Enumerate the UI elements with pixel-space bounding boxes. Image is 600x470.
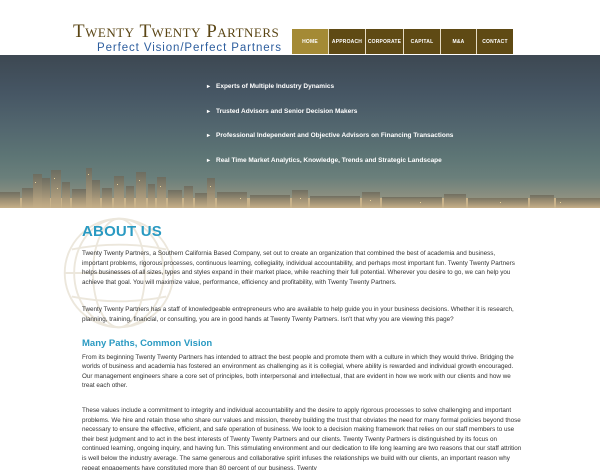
nav-corporate[interactable]: CORPORATE bbox=[366, 29, 404, 54]
about-paragraph: These values include a commitment to int… bbox=[82, 406, 522, 470]
site-header: Twenty Twenty Partners Perfect Vision/Pe… bbox=[0, 0, 600, 55]
hero-bullet-text: Experts of Multiple Industry Dynamics bbox=[216, 83, 335, 90]
page-title: ABOUT US bbox=[82, 223, 162, 240]
hero-bullet: ▸ Experts of Multiple Industry Dynamics bbox=[207, 83, 453, 108]
nav-capital[interactable]: CAPITAL bbox=[404, 29, 441, 54]
hero-bullet: ▸ Professional Independent and Objective … bbox=[207, 132, 453, 157]
about-paragraph: From its beginning Twenty Twenty Partner… bbox=[82, 353, 514, 390]
bullet-icon: ▸ bbox=[207, 84, 211, 90]
logo-name: Twenty Twenty Partners bbox=[73, 21, 280, 42]
logo[interactable]: Twenty Twenty Partners Perfect Vision/Pe… bbox=[73, 22, 282, 54]
nav-approach[interactable]: APPROACH bbox=[329, 29, 366, 54]
section-subtitle: Many Paths, Common Vision bbox=[82, 337, 213, 349]
hero-bullet: ▸ Trusted Advisors and Senior Decision Ma… bbox=[207, 108, 453, 133]
hero-bullet-text: Professional Independent and Objective A… bbox=[216, 132, 454, 139]
about-paragraph: Twenty Twenty Partners, a Southern Calif… bbox=[82, 250, 515, 286]
hero-bullet-list: ▸ Experts of Multiple Industry Dynamics ▸… bbox=[207, 83, 453, 181]
hero-bullet-text: Trusted Advisors and Senior Decision Mak… bbox=[216, 107, 358, 115]
nav-home[interactable]: HOME bbox=[292, 29, 329, 54]
bullet-icon: ▸ bbox=[207, 157, 211, 164]
bullet-icon: ▸ bbox=[207, 133, 211, 139]
about-section: ABOUT US Twenty Twenty Partners, a South… bbox=[82, 222, 522, 470]
main-nav: HOME APPROACH CORPORATE CAPITAL M&A CONT… bbox=[292, 29, 513, 54]
about-paragraph: Twenty Twenty Partners has a staff of kn… bbox=[82, 306, 514, 323]
logo-tagline: Perfect Vision/Perfect Partners bbox=[97, 42, 282, 54]
nav-ma[interactable]: M&A bbox=[441, 29, 477, 54]
hero-banner: ▸ Experts of Multiple Industry Dynamics ▸… bbox=[0, 55, 600, 208]
hero-bullet-text: Real Time Market Analytics, Knowledge, T… bbox=[216, 156, 442, 164]
bullet-icon: ▸ bbox=[207, 108, 211, 115]
nav-contact[interactable]: CONTACT bbox=[477, 29, 513, 54]
city-skyline-image bbox=[0, 168, 600, 208]
